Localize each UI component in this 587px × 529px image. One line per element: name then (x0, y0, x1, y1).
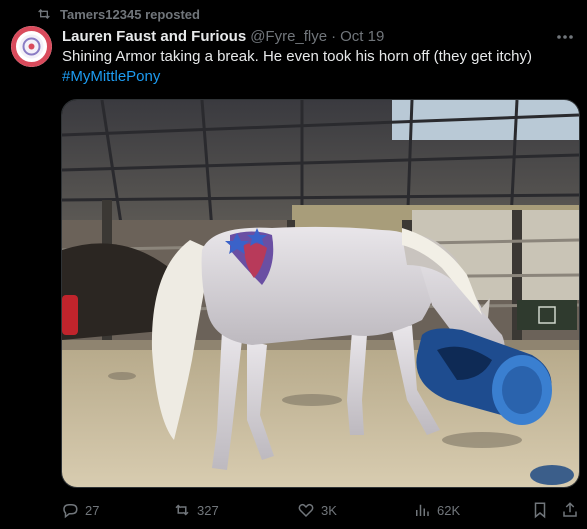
views-button[interactable]: 62K (413, 498, 460, 522)
view-count: 62K (437, 502, 461, 518)
like-count: 3K (321, 502, 337, 518)
repost-indicator[interactable]: Tamers12345 reposted (36, 5, 200, 23)
hashtag-link[interactable]: #MyMittlePony (62, 67, 573, 87)
post-header: Lauren Faust and Furious @Fyre_flye · Oc… (62, 26, 547, 46)
views-icon (416, 504, 429, 516)
share-button[interactable] (561, 498, 579, 522)
heart-icon (298, 503, 314, 518)
like-button[interactable]: 3K (297, 498, 337, 522)
repost-count: 327 (197, 502, 219, 518)
reply-count: 27 (85, 502, 100, 518)
reply-button[interactable]: 27 (61, 498, 99, 522)
repost-label: reposted (145, 6, 200, 22)
repost-action-icon (175, 504, 189, 516)
author-name[interactable]: Lauren Faust and Furious (62, 28, 246, 45)
bookmark-icon (534, 502, 546, 519)
meta-separator: · (331, 27, 337, 45)
post-text: Shining Armor taking a break. He even to… (62, 48, 532, 65)
repost-button[interactable]: 327 (173, 498, 219, 522)
repost-icon (38, 9, 50, 19)
reply-icon (63, 504, 78, 519)
repost-user[interactable]: Tamers12345 (60, 7, 141, 22)
avatar[interactable] (11, 26, 52, 67)
bookmark-button[interactable] (531, 498, 549, 522)
post-body: Shining Armor taking a break. He even to… (62, 47, 573, 87)
post-date[interactable]: Oct 19 (340, 28, 384, 45)
share-icon (563, 502, 577, 517)
action-bar: 27 327 3K 62K (61, 498, 581, 522)
author-handle[interactable]: @Fyre_flye (250, 28, 327, 45)
post-photo[interactable] (61, 99, 580, 488)
more-options-icon[interactable] (555, 28, 575, 46)
